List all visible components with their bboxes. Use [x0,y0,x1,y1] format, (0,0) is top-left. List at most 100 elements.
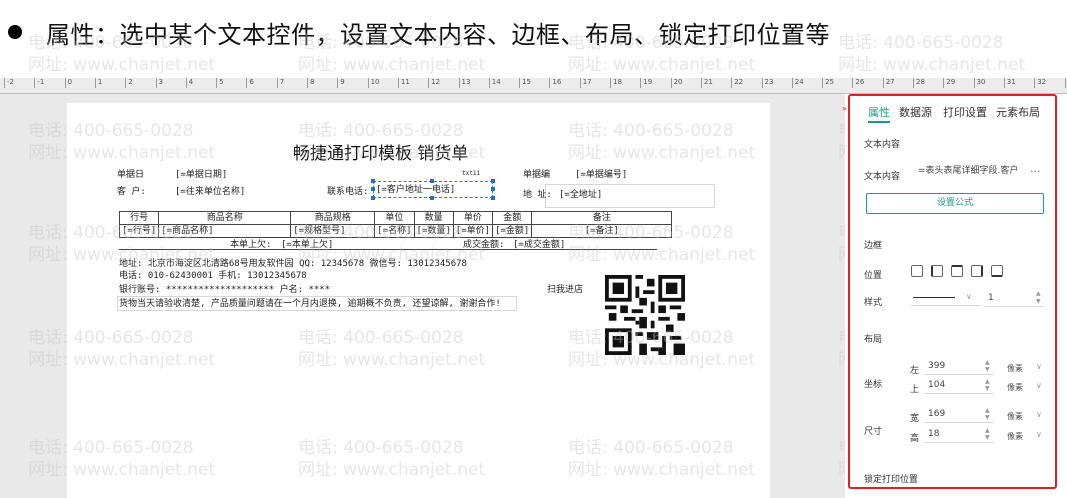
ruler-tick: 23 [761,78,773,88]
table-header-cell[interactable]: 备注 [531,211,673,225]
more-dots-icon[interactable]: ··· [1030,165,1041,178]
table-cell[interactable]: [=名称] [374,224,415,238]
ruler-tick: 6 [246,78,254,88]
set-formula-button[interactable]: 设置公式 [866,193,1044,214]
customer-label[interactable]: 客 户: [117,186,146,198]
border-all-icon[interactable] [911,265,923,277]
resize-handle[interactable] [371,187,375,191]
table-cell[interactable]: [=单价] [452,224,494,238]
left-label: 左 [910,366,920,376]
resize-handle[interactable] [491,196,495,200]
customer-field[interactable]: [=往来单位名称] [175,186,245,198]
chevron-down-icon[interactable]: ∨ [1036,381,1042,390]
feature-description: 属性：选中某个文本控件，设置文本内容、边框、布局、锁定打印位置等 [8,12,830,52]
lock-print-position-label[interactable]: 锁定打印位置 [864,472,918,485]
spinner-down-icon[interactable]: ▼ [985,367,990,373]
line-width-input[interactable]: 1 [984,290,1044,307]
text-content-label: 文本内容 [864,172,901,182]
ruler-tick: 5 [216,78,224,88]
ruler-tick: 16 [549,78,561,88]
chevron-down-icon[interactable]: ∨ [1036,410,1042,419]
footer-phone[interactable]: 电话: 010-62430001 手机: 13012345678 [119,270,307,282]
border-section-title: 边框 [864,241,883,251]
footer-address[interactable]: 地址: 北京市海淀区北清路68号用友软件园 QQ: 12345678 微信号: … [119,258,467,270]
ruler-tick: 4 [185,78,193,88]
qr-code-image[interactable] [605,275,685,355]
print-page[interactable]: 畅捷通打印模板 销货单 单据日 [=单据日期] 客 户: [=往来单位名称] 联… [67,103,770,498]
resize-handle[interactable] [430,179,434,183]
height-label: 高 [910,434,920,444]
text-content-input[interactable]: =表头表尾详细字段.客户 [914,163,1026,181]
ruler-tick: 21 [700,78,713,88]
border-left-icon[interactable] [931,265,943,277]
tab-datasource[interactable]: 数据源 [899,104,932,120]
address-label[interactable]: 地 址: [523,189,552,201]
qr-caption[interactable]: 扫我进店 [547,282,583,295]
collapse-arrow-icon[interactable]: » [842,104,847,113]
address-field[interactable]: [=全地址] [559,189,602,201]
table-cell[interactable]: [=行号] [118,224,160,238]
top-coord-input[interactable]: 104 [924,377,994,394]
watermark-site: 网址: www.chanjet.net [838,55,1026,75]
chevron-down-icon[interactable]: ∨ [1036,362,1042,371]
spinner-down-icon[interactable]: ▼ [985,386,990,392]
top-unit-select[interactable]: 像素 [1007,382,1023,393]
table-header-cell[interactable]: 金额 [492,211,533,225]
top-label: 上 [910,385,920,395]
report-title[interactable]: 畅捷通打印模板 销货单 [293,139,468,164]
chevron-down-icon: ∨ [966,292,972,301]
line-style-select[interactable]: ∨ [911,290,981,306]
doc-no-label[interactable]: 单据编 [523,169,550,181]
table-header-cell[interactable]: 商品名称 [158,211,292,225]
table-cell[interactable]: [=规格型号] [290,224,376,238]
border-right-icon[interactable] [971,265,983,277]
doc-no-field[interactable]: [=单据编号] [575,169,627,181]
resize-handle[interactable] [430,196,434,200]
width-input[interactable]: 169 [924,406,994,423]
active-tab-indicator [868,121,890,123]
table-cell[interactable]: [=备注] [531,224,673,238]
width-unit-select[interactable]: 像素 [1007,411,1023,422]
contact-field[interactable]: [=客户地址一电话] [376,184,455,196]
table-cell[interactable]: [=数量] [413,224,454,238]
ruler-tick: 25 [822,78,834,88]
left-coord-input[interactable]: 399 [924,358,994,375]
ruler-tick: 27 [882,78,895,88]
border-bottom-icon[interactable] [991,265,1003,277]
table-cell[interactable]: [=商品名称] [158,224,292,238]
spinner-down-icon[interactable]: ▼ [985,435,990,441]
doc-date-label[interactable]: 单据日 [117,169,144,181]
size-label: 尺寸 [864,427,883,437]
spinner-up-icon[interactable]: ▲ [1036,291,1041,297]
ruler-tick: 31 [1003,78,1016,88]
doc-date-field[interactable]: [=单据日期] [175,169,227,181]
table-header-cell[interactable]: 数量 [413,211,454,225]
table-header-cell[interactable]: 商品规格 [290,211,376,225]
resize-handle[interactable] [491,187,495,191]
resize-handle[interactable] [491,179,495,183]
height-unit-select[interactable]: 像素 [1007,431,1023,442]
spinner-down-icon[interactable]: ▼ [1036,299,1041,305]
table-header-row: 行号 商品名称 商品规格 单位 数量 单价 金额 备注 [118,211,673,225]
height-input[interactable]: 18 [924,426,994,443]
ruler-tick: 10 [367,78,380,88]
table-header-cell[interactable]: 单价 [452,211,494,225]
footer-bank[interactable]: 银行账号: ******************** 户名: **** [119,284,330,296]
items-table[interactable]: 行号 商品名称 商品规格 单位 数量 单价 金额 备注 [=行号] [=商品名称… [118,211,673,238]
left-unit-select[interactable]: 像素 [1007,363,1023,374]
border-top-icon[interactable] [951,265,963,277]
table-header-cell[interactable]: 单位 [374,211,415,225]
resize-handle[interactable] [371,196,375,200]
ruler-tick: 7 [276,78,284,88]
contact-label[interactable]: 联系电话: [327,186,368,198]
chevron-down-icon[interactable]: ∨ [1036,430,1042,439]
tab-properties[interactable]: 属性 [868,104,890,120]
spinner-down-icon[interactable]: ▼ [985,415,990,421]
table-cell[interactable]: [=金额] [492,224,533,238]
resize-handle[interactable] [371,179,375,183]
footer-note[interactable]: 货物当天请验收清楚, 产品质量问题请在一个月内退换, 逾期概不负责, 还望谅解,… [119,298,501,310]
tab-print-settings[interactable]: 打印设置 [943,104,987,120]
watermark-phone: 电话: 400-665-0028 [838,33,1004,53]
table-header-cell[interactable]: 行号 [118,211,160,225]
tab-element-layout[interactable]: 元素布局 [996,104,1040,120]
